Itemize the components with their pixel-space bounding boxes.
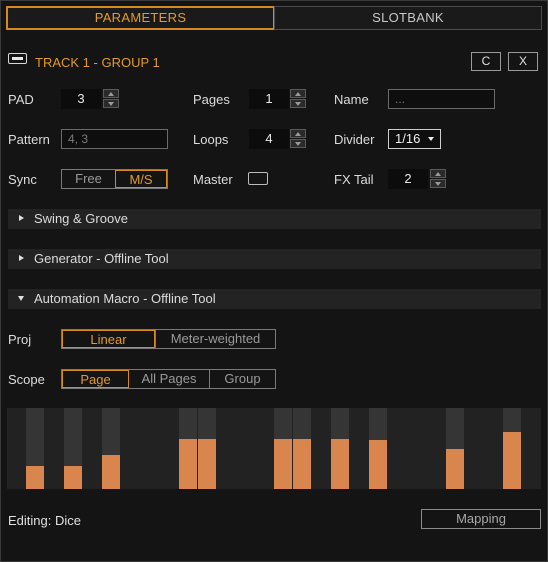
name-label: Name [334,92,369,107]
section-swing-groove[interactable]: Swing & Groove [8,209,541,229]
expand-arrow-icon [19,215,24,221]
proj-option-meter-weighted[interactable]: Meter-weighted [155,330,275,348]
chevron-down-icon [428,137,434,141]
tab-slotbank[interactable]: SLOTBANK [274,6,542,30]
step-bar[interactable] [26,466,44,489]
proj-option-linear[interactable]: Linear [62,330,155,348]
step-bar[interactable] [198,439,216,489]
decrement-icon[interactable] [290,139,306,148]
scope-toggle[interactable]: Page All Pages Group [61,369,276,389]
sync-toggle[interactable]: Free M/S [61,169,168,189]
expand-arrow-icon [19,255,24,261]
collapse-arrow-icon [18,296,24,301]
fx-tail-value[interactable]: 2 [388,169,428,189]
loops-value[interactable]: 4 [249,129,289,149]
master-label: Master [193,172,233,187]
step-bar[interactable] [293,439,311,489]
close-button[interactable]: X [508,52,538,71]
decrement-icon[interactable] [290,99,306,108]
step-bar[interactable] [179,439,197,489]
increment-icon[interactable] [103,89,119,98]
increment-icon[interactable] [430,169,446,178]
fx-tail-stepper[interactable] [430,169,446,189]
divider-select[interactable]: 1/16 [388,129,441,149]
track-icon[interactable] [8,53,27,64]
track-title: TRACK 1 - GROUP 1 [35,55,160,70]
divider-value: 1/16 [395,131,421,146]
step-bar[interactable] [331,439,349,489]
section-title: Automation Macro - Offline Tool [34,291,216,306]
mapping-button[interactable]: Mapping [421,509,541,529]
proj-label: Proj [8,332,32,347]
pattern-input[interactable]: 4, 3 [61,129,168,149]
fx-tail-label: FX Tail [334,172,374,187]
automation-step-chart[interactable] [7,408,541,489]
pad-label: PAD [8,92,34,107]
divider-label: Divider [334,132,375,147]
name-input[interactable]: ... [388,89,495,109]
step-bar[interactable] [64,466,82,489]
step-bar[interactable] [503,432,521,489]
step-bar[interactable] [446,449,464,489]
step-bar[interactable] [274,439,292,489]
tab-parameters[interactable]: PARAMETERS [6,6,275,30]
increment-icon[interactable] [290,129,306,138]
clear-button[interactable]: C [471,52,501,71]
pattern-label: Pattern [8,132,50,147]
sync-option-ms[interactable]: M/S [115,170,167,188]
loops-stepper[interactable] [290,129,306,149]
scope-option-page[interactable]: Page [62,370,129,388]
sync-option-free[interactable]: Free [62,170,115,188]
increment-icon[interactable] [290,89,306,98]
pad-value[interactable]: 3 [61,89,101,109]
scope-option-all-pages[interactable]: All Pages [129,370,209,388]
scope-option-group[interactable]: Group [209,370,275,388]
section-title: Generator - Offline Tool [34,251,169,266]
decrement-icon[interactable] [430,179,446,188]
pad-stepper[interactable] [103,89,119,109]
section-title: Swing & Groove [34,211,128,226]
pages-stepper[interactable] [290,89,306,109]
loops-label: Loops [193,132,229,147]
step-bar[interactable] [369,440,387,489]
section-automation-macro[interactable]: Automation Macro - Offline Tool [8,289,541,309]
editing-status: Editing: Dice [8,513,81,528]
pages-value[interactable]: 1 [249,89,289,109]
section-generator[interactable]: Generator - Offline Tool [8,249,541,269]
scope-label: Scope [8,372,45,387]
decrement-icon[interactable] [103,99,119,108]
proj-toggle[interactable]: Linear Meter-weighted [61,329,276,349]
pages-label: Pages [193,92,230,107]
step-bar[interactable] [102,455,120,489]
master-checkbox[interactable] [248,172,268,185]
sync-label: Sync [8,172,37,187]
